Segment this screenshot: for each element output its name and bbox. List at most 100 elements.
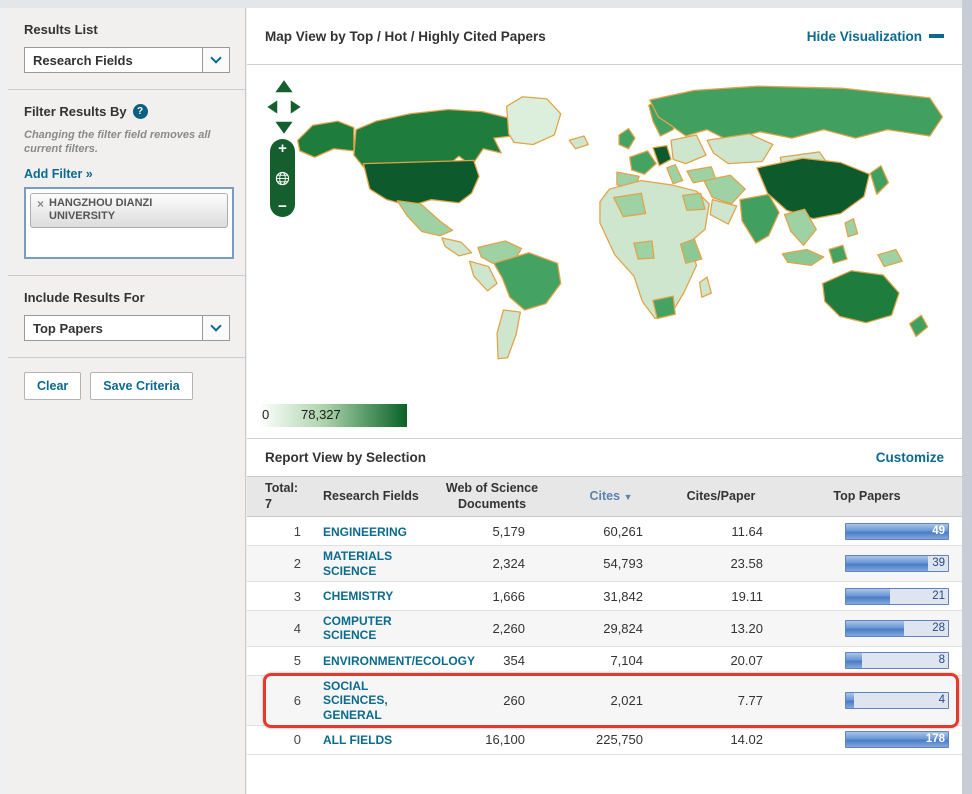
results-list-dropdown[interactable]: Research Fields bbox=[24, 47, 230, 73]
wos-documents-value: 2,324 bbox=[427, 556, 557, 571]
top-papers-value: 21 bbox=[932, 590, 945, 602]
page: Results List Research Fields Filter Resu… bbox=[0, 0, 972, 794]
cites-value: 225,750 bbox=[557, 732, 665, 747]
country-india bbox=[740, 194, 779, 243]
chevron-down-icon bbox=[210, 320, 221, 331]
row-rank: 1 bbox=[247, 524, 309, 539]
results-list-dropdown-button[interactable] bbox=[202, 48, 229, 72]
include-results-dropdown-button[interactable] bbox=[202, 316, 229, 340]
results-table: Total: 7 Research Fields Web of Science … bbox=[247, 476, 962, 755]
table-row[interactable]: 6 SOCIAL SCIENCES, GENERAL 260 2,021 7.7… bbox=[247, 676, 962, 726]
country-italy bbox=[667, 165, 683, 184]
row-rank: 3 bbox=[247, 589, 309, 604]
column-header-wos-documents: Web of Science Documents bbox=[427, 481, 557, 512]
row-rank: 6 bbox=[247, 693, 309, 708]
research-field-link[interactable]: ENGINEERING bbox=[323, 525, 407, 539]
help-icon[interactable]: ? bbox=[133, 104, 148, 119]
wos-documents-value: 5,179 bbox=[427, 524, 557, 539]
country-papua-new-guinea bbox=[878, 250, 902, 267]
map-zoom-control[interactable]: + − bbox=[270, 139, 295, 217]
country-usa bbox=[363, 160, 479, 206]
country-greenland bbox=[507, 97, 561, 145]
island-light bbox=[569, 136, 588, 149]
top-papers-value: 8 bbox=[939, 654, 945, 666]
top-papers-bar: 21 bbox=[845, 588, 949, 605]
table-row[interactable]: 0 ALL FIELDS 16,100 225,750 14.02 178 bbox=[247, 726, 962, 755]
island-borneo bbox=[829, 245, 847, 263]
add-filter-link[interactable]: Add Filter » bbox=[24, 167, 93, 181]
research-field-link[interactable]: MATERIALS SCIENCE bbox=[323, 549, 427, 578]
country-mexico bbox=[397, 201, 452, 236]
zoom-out-icon[interactable]: − bbox=[278, 200, 287, 214]
cites-per-paper-value: 23.58 bbox=[665, 556, 777, 571]
top-papers-bar-fill bbox=[846, 556, 928, 571]
map-color-legend: 0 78,327 bbox=[259, 404, 407, 427]
column-header-top-papers: Top Papers bbox=[777, 489, 957, 505]
main-panel: Map View by Top / Hot / Highly Cited Pap… bbox=[247, 8, 962, 794]
filter-tag-label: HANGZHOU DIANZI UNIVERSITY bbox=[49, 197, 221, 223]
research-field-link[interactable]: ALL FIELDS bbox=[323, 733, 392, 747]
research-field-link[interactable]: CHEMISTRY bbox=[323, 589, 393, 603]
report-view-title: Report View by Selection bbox=[265, 450, 426, 465]
wos-documents-value: 260 bbox=[427, 693, 557, 708]
filter-results-section: Filter Results By ? Changing the filter … bbox=[8, 90, 245, 275]
table-row[interactable]: 3 CHEMISTRY 1,666 31,842 19.11 21 bbox=[247, 582, 962, 611]
remove-filter-icon[interactable]: × bbox=[37, 198, 44, 210]
sort-descending-icon: ▼ bbox=[624, 492, 633, 502]
include-results-dropdown[interactable]: Top Papers bbox=[24, 315, 230, 341]
hide-visualization-link[interactable]: Hide Visualization bbox=[807, 29, 944, 44]
page-top-margin bbox=[0, 0, 972, 8]
table-row[interactable]: 4 COMPUTER SCIENCE 2,260 29,824 13.20 28 bbox=[247, 611, 962, 647]
country-japan bbox=[870, 166, 888, 195]
report-view-header: Report View by Selection Customize bbox=[247, 439, 962, 476]
map-view-title: Map View by Top / Hot / Highly Cited Pap… bbox=[265, 29, 546, 44]
top-papers-bar: 4 bbox=[845, 692, 949, 709]
include-results-selected-value: Top Papers bbox=[25, 316, 202, 340]
cites-per-paper-value: 19.11 bbox=[665, 589, 777, 604]
top-papers-bar: 28 bbox=[845, 620, 949, 637]
cites-value: 60,261 bbox=[557, 524, 665, 539]
clear-button[interactable]: Clear bbox=[24, 372, 81, 400]
save-criteria-button[interactable]: Save Criteria bbox=[90, 372, 192, 400]
region-eastern-europe bbox=[671, 135, 706, 164]
country-indonesia bbox=[782, 250, 823, 266]
hide-visualization-label: Hide Visualization bbox=[807, 29, 922, 44]
world-map-visualization[interactable]: + − 0 78,327 bbox=[247, 65, 962, 439]
country-nigeria bbox=[634, 241, 654, 259]
top-papers-bar-fill bbox=[846, 653, 862, 668]
cites-value: 54,793 bbox=[557, 556, 665, 571]
row-rank: 4 bbox=[247, 621, 309, 636]
country-south-africa bbox=[653, 296, 675, 318]
results-list-selected-value: Research Fields bbox=[25, 48, 202, 72]
column-header-cites-sort[interactable]: Cites ▼ bbox=[557, 489, 665, 505]
country-russia bbox=[650, 86, 943, 140]
cites-per-paper-value: 11.64 bbox=[665, 524, 777, 539]
cites-per-paper-value: 13.20 bbox=[665, 621, 777, 636]
country-australia bbox=[823, 271, 899, 323]
customize-link[interactable]: Customize bbox=[876, 450, 944, 465]
filter-results-heading: Filter Results By ? bbox=[24, 104, 229, 119]
legend-min-value: 0 bbox=[262, 407, 269, 422]
country-kazakhstan bbox=[707, 134, 773, 164]
table-row[interactable]: 2 MATERIALS SCIENCE 2,324 54,793 23.58 3… bbox=[247, 546, 962, 582]
cites-value: 7,104 bbox=[557, 653, 665, 668]
cites-value: 29,824 bbox=[557, 621, 665, 636]
page-right-margin bbox=[962, 0, 972, 794]
wos-documents-value: 2,260 bbox=[427, 621, 557, 636]
include-results-heading: Include Results For bbox=[24, 290, 229, 305]
table-row[interactable]: 1 ENGINEERING 5,179 60,261 11.64 49 bbox=[247, 517, 962, 546]
globe-icon[interactable] bbox=[275, 171, 290, 186]
table-row[interactable]: 5 ENVIRONMENT/ECOLOGY 354 7,104 20.07 8 bbox=[247, 647, 962, 676]
legend-max-value: 78,327 bbox=[301, 407, 341, 422]
map-pan-control[interactable] bbox=[263, 77, 305, 137]
region-central-america bbox=[442, 238, 472, 256]
top-papers-bar: 49 bbox=[845, 523, 949, 540]
row-rank: 2 bbox=[247, 556, 309, 571]
row-rank: 5 bbox=[247, 653, 309, 668]
research-field-link[interactable]: SOCIAL SCIENCES, GENERAL bbox=[323, 679, 427, 722]
research-field-link[interactable]: COMPUTER SCIENCE bbox=[323, 614, 427, 643]
filter-tag[interactable]: × HANGZHOU DIANZI UNIVERSITY bbox=[30, 193, 228, 228]
choropleth-world-map[interactable] bbox=[251, 73, 951, 373]
cites-value: 2,021 bbox=[557, 693, 665, 708]
zoom-in-icon[interactable]: + bbox=[278, 142, 287, 156]
